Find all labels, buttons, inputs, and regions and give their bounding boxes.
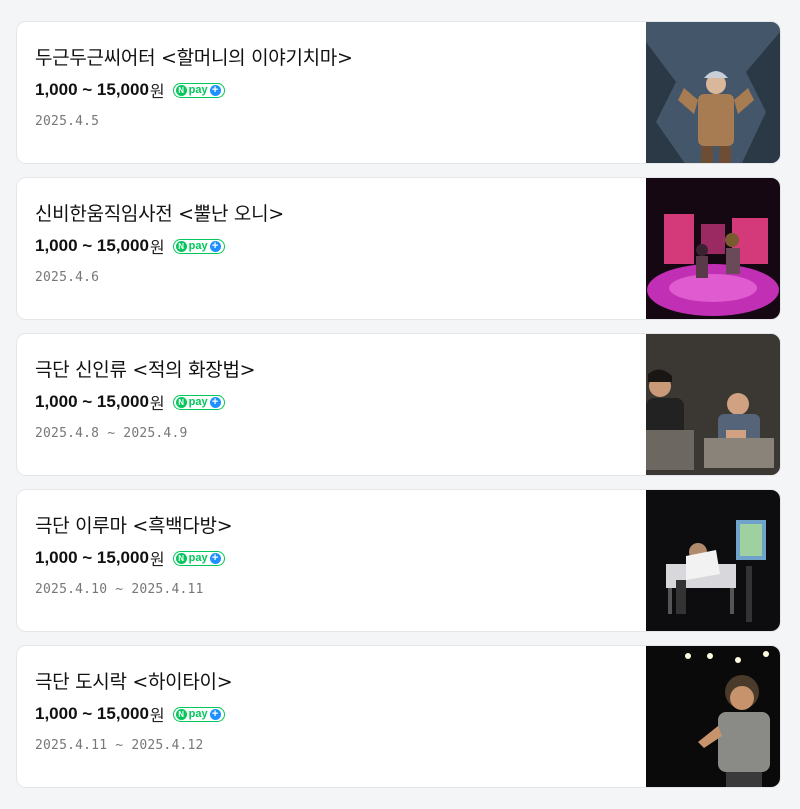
event-date: 2025.4.5 <box>35 114 100 129</box>
event-card[interactable]: 극단 이루마 <흑백다방> 1,000 ~ 15,000 원 N pay + 2… <box>16 489 781 632</box>
thumbnail-image <box>646 178 780 319</box>
event-date: 2025.4.8 ~ 2025.4.9 <box>35 426 188 441</box>
event-card[interactable]: 신비한움직임사전 <뿔난 오니> 1,000 ~ 15,000 원 N pay … <box>16 177 781 320</box>
npay-label: pay <box>188 552 208 564</box>
price-unit: 원 <box>149 82 165 101</box>
price-row: 1,000 ~ 15,000 원 N pay + <box>35 235 225 257</box>
price-row: 1,000 ~ 15,000 원 N pay + <box>35 703 225 725</box>
event-info: 신비한움직임사전 <뿔난 오니> 1,000 ~ 15,000 원 N pay … <box>35 178 630 319</box>
price-unit: 원 <box>149 238 165 257</box>
event-date: 2025.4.11 ~ 2025.4.12 <box>35 738 204 753</box>
price-amount: 1,000 ~ 15,000 <box>35 704 149 723</box>
event-card[interactable]: 극단 도시락 <하이타이> 1,000 ~ 15,000 원 N pay + 2… <box>16 645 781 788</box>
performance-photo-icon[interactable] <box>646 646 780 787</box>
plus-icon: + <box>209 396 221 408</box>
performance-photo-icon[interactable] <box>646 22 780 163</box>
naver-n-icon: N <box>175 552 187 564</box>
price-amount: 1,000 ~ 15,000 <box>35 80 149 99</box>
naver-n-icon: N <box>175 708 187 720</box>
event-title[interactable]: 두근두근씨어터 <할머니의 이야기치마> <box>35 43 353 70</box>
npay-label: pay <box>188 708 208 720</box>
event-info: 두근두근씨어터 <할머니의 이야기치마> 1,000 ~ 15,000 원 N … <box>35 22 630 163</box>
price-unit: 원 <box>149 394 165 413</box>
npay-badge: N pay + <box>172 82 225 98</box>
plus-icon: + <box>209 240 221 252</box>
npay-badge: N pay + <box>172 550 225 566</box>
event-title[interactable]: 극단 도시락 <하이타이> <box>35 667 233 694</box>
npay-label: pay <box>188 84 208 96</box>
thumbnail-image <box>646 490 780 631</box>
performance-photo-icon[interactable] <box>646 178 780 319</box>
price-row: 1,000 ~ 15,000 원 N pay + <box>35 391 225 413</box>
event-info: 극단 도시락 <하이타이> 1,000 ~ 15,000 원 N pay + 2… <box>35 646 630 787</box>
price-amount: 1,000 ~ 15,000 <box>35 236 149 255</box>
event-card[interactable]: 두근두근씨어터 <할머니의 이야기치마> 1,000 ~ 15,000 원 N … <box>16 21 781 164</box>
event-card[interactable]: 극단 신인류 <적의 화장법> 1,000 ~ 15,000 원 N pay +… <box>16 333 781 476</box>
event-title[interactable]: 극단 이루마 <흑백다방> <box>35 511 233 538</box>
thumbnail-image <box>646 334 780 475</box>
price-row: 1,000 ~ 15,000 원 N pay + <box>35 79 225 101</box>
plus-icon: + <box>209 708 221 720</box>
npay-label: pay <box>188 240 208 252</box>
npay-badge: N pay + <box>172 706 225 722</box>
plus-icon: + <box>209 552 221 564</box>
plus-icon: + <box>209 84 221 96</box>
event-title[interactable]: 신비한움직임사전 <뿔난 오니> <box>35 199 284 226</box>
event-info: 극단 이루마 <흑백다방> 1,000 ~ 15,000 원 N pay + 2… <box>35 490 630 631</box>
event-info: 극단 신인류 <적의 화장법> 1,000 ~ 15,000 원 N pay +… <box>35 334 630 475</box>
event-title[interactable]: 극단 신인류 <적의 화장법> <box>35 355 256 382</box>
price-unit: 원 <box>149 706 165 725</box>
naver-n-icon: N <box>175 84 187 96</box>
naver-n-icon: N <box>175 396 187 408</box>
thumbnail-image <box>646 22 780 163</box>
thumbnail-image <box>646 646 780 787</box>
npay-badge: N pay + <box>172 238 225 254</box>
price-unit: 원 <box>149 550 165 569</box>
price-amount: 1,000 ~ 15,000 <box>35 392 149 411</box>
price-row: 1,000 ~ 15,000 원 N pay + <box>35 547 225 569</box>
naver-n-icon: N <box>175 240 187 252</box>
price-amount: 1,000 ~ 15,000 <box>35 548 149 567</box>
performance-photo-icon[interactable] <box>646 334 780 475</box>
npay-badge: N pay + <box>172 394 225 410</box>
npay-label: pay <box>188 396 208 408</box>
event-date: 2025.4.6 <box>35 270 100 285</box>
performance-photo-icon[interactable] <box>646 490 780 631</box>
event-date: 2025.4.10 ~ 2025.4.11 <box>35 582 204 597</box>
